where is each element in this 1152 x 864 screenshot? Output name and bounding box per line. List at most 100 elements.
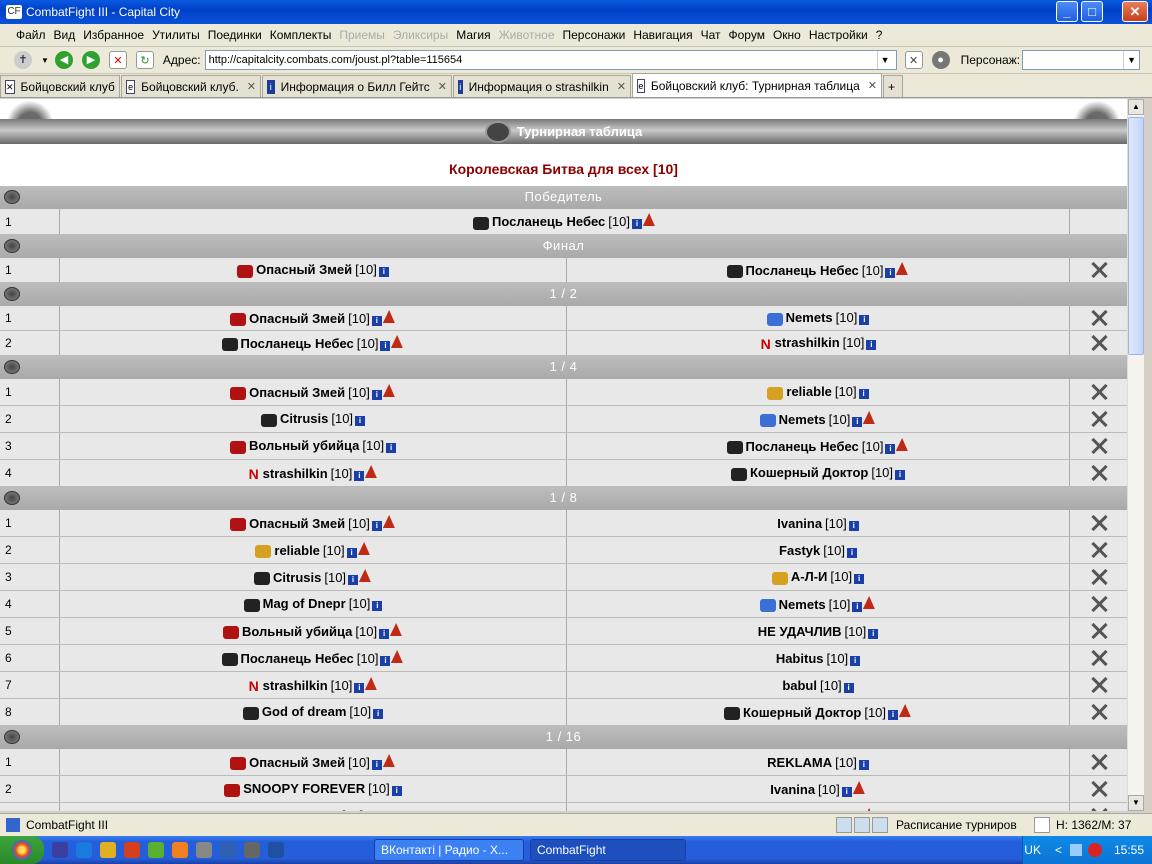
fighter[interactable]: Nemets [10] i xyxy=(766,310,870,326)
fighter-name[interactable]: SNOOPY FOREVER xyxy=(243,781,365,796)
clan-emblem-icon[interactable] xyxy=(726,265,743,279)
fighter[interactable]: Опасный Змей [10] i xyxy=(230,309,397,327)
fighter-name[interactable]: reliable xyxy=(274,543,320,558)
fighter[interactable]: Nemets [10] i xyxy=(759,410,878,428)
network-icon[interactable] xyxy=(1069,844,1082,856)
opera-quicklaunch-icon[interactable] xyxy=(124,842,140,858)
crossed-swords-icon[interactable] xyxy=(1090,541,1108,559)
tab-close-icon[interactable]: ✕ xyxy=(868,79,877,92)
menu-item-11[interactable]: Навигация xyxy=(633,28,692,42)
info-icon[interactable]: i xyxy=(380,655,391,666)
info-icon[interactable]: i xyxy=(391,786,402,797)
quicklaunch-icon-9[interactable] xyxy=(244,842,260,858)
info-icon[interactable]: i xyxy=(631,219,642,230)
crossed-swords-icon[interactable] xyxy=(1090,383,1108,401)
tab-2[interactable]: i Информация о Билл Гейтс ✕ xyxy=(262,75,452,97)
info-icon[interactable]: i xyxy=(852,601,863,612)
chrome-quicklaunch-icon[interactable] xyxy=(148,842,164,858)
fighter-name[interactable]: Citrusis xyxy=(280,411,328,426)
tab-close-icon[interactable]: ✕ xyxy=(438,80,447,93)
fighter-name[interactable]: Опасный Змей xyxy=(249,311,345,326)
taskbar-item-combatfight[interactable]: CombatFight xyxy=(530,839,686,861)
close-button[interactable]: ✕ xyxy=(1122,1,1148,22)
clan-emblem-icon[interactable] xyxy=(759,414,776,428)
fighter[interactable]: reliable[10]i xyxy=(767,384,869,400)
fighter[interactable]: Ivanina [10] i xyxy=(770,781,867,797)
fighter-name[interactable]: Habitus xyxy=(776,651,824,666)
fighter[interactable]: Nstrashilkin [10] i xyxy=(760,335,877,351)
clan-emblem-icon[interactable] xyxy=(759,599,776,613)
crossed-swords-icon[interactable] xyxy=(1090,261,1108,279)
fighter[interactable]: Опасный Змей [10] i xyxy=(230,753,397,771)
fighter[interactable]: Citrusis [10] i xyxy=(253,568,374,586)
info-icon[interactable]: i xyxy=(371,389,382,400)
fighter[interactable]: Кошерный Доктор [10] i xyxy=(723,703,914,721)
info-icon[interactable]: i xyxy=(858,389,869,400)
info-icon[interactable]: i xyxy=(848,520,859,531)
fighter-name[interactable]: God of dream xyxy=(262,704,347,719)
fighter[interactable]: Кошерный Доктор [10] i xyxy=(730,465,906,481)
clan-emblem-icon[interactable] xyxy=(473,216,490,230)
clan-emblem-icon[interactable] xyxy=(767,386,784,400)
crossed-swords-icon[interactable] xyxy=(1090,703,1108,721)
crossed-swords-icon[interactable] xyxy=(1090,780,1108,798)
fighter-name[interactable]: reliable xyxy=(779,809,825,811)
fighter-name[interactable]: Nemets xyxy=(786,310,833,325)
scroll-thumb[interactable] xyxy=(1128,117,1144,355)
info-icon[interactable]: i xyxy=(355,416,366,427)
language-indicator[interactable]: UK xyxy=(1024,843,1041,857)
menu-item-15[interactable]: Настройки xyxy=(809,28,868,42)
info-icon[interactable]: i xyxy=(354,470,365,481)
tray-arrow-icon[interactable]: < xyxy=(1055,843,1062,857)
clan-emblem-icon[interactable] xyxy=(224,783,241,797)
fighter[interactable]: Ivanina [10] i xyxy=(777,516,859,531)
clan-emblem-icon[interactable] xyxy=(726,441,743,455)
info-icon[interactable]: i xyxy=(379,628,390,639)
character-dropdown-icon[interactable]: ▼ xyxy=(1123,51,1140,69)
menu-item-0[interactable]: Файл xyxy=(16,28,46,42)
menu-item-2[interactable]: Избранное xyxy=(83,28,144,42)
clan-emblem-icon[interactable] xyxy=(221,653,238,667)
fighter-name[interactable]: А-Л-И xyxy=(791,569,828,584)
clan-emblem-icon[interactable] xyxy=(242,706,259,720)
fighter-name[interactable]: strashilkin xyxy=(263,466,328,481)
fighter[interactable]: Опасный Змей [10] i xyxy=(230,514,397,532)
dropdown-arrow-icon[interactable]: ▼ xyxy=(41,56,49,65)
fighter-name[interactable]: Опасный Змей xyxy=(249,516,345,531)
info-icon[interactable]: i xyxy=(854,574,865,585)
schedule-icon[interactable] xyxy=(836,817,852,833)
fighter-name[interactable]: НЕ УДАЧЛИВ xyxy=(758,624,842,639)
stop-button[interactable]: ✕ xyxy=(108,51,127,69)
clan-emblem-icon[interactable] xyxy=(766,312,783,326)
menu-item-13[interactable]: Форум xyxy=(729,28,765,42)
fighter-name[interactable]: Кошерный Доктор xyxy=(750,465,868,480)
info-icon[interactable]: i xyxy=(850,655,861,666)
clan-emblem-icon[interactable] xyxy=(730,467,747,481)
quicklaunch-icon-10[interactable] xyxy=(268,842,284,858)
fighter[interactable]: Citrusis [10] i xyxy=(260,411,366,427)
menu-item-6[interactable]: Приемы xyxy=(339,28,385,42)
crossed-swords-icon[interactable] xyxy=(1090,410,1108,428)
tab-close-icon[interactable]: ✕ xyxy=(617,80,626,93)
fighter-name[interactable]: Мегапанда xyxy=(270,808,339,811)
fighter[interactable]: Вольный убийца [10] i xyxy=(222,622,405,640)
fighter[interactable]: НЕ УДАЧЛИВ [10] i xyxy=(758,624,879,639)
info-icon[interactable]: i xyxy=(371,520,382,531)
clan-emblem-icon[interactable] xyxy=(723,707,740,721)
forward-button[interactable]: ▶ xyxy=(81,51,100,69)
fighter-name[interactable]: Опасный Змей xyxy=(249,385,345,400)
info-icon[interactable]: i xyxy=(895,470,906,481)
info-icon[interactable]: i xyxy=(378,267,389,278)
menu-item-3[interactable]: Утилиты xyxy=(152,28,200,42)
clan-emblem-icon[interactable] xyxy=(237,264,254,278)
crossed-swords-icon[interactable] xyxy=(1090,464,1108,482)
fighter-name[interactable]: Mag of Dnepr xyxy=(263,596,346,611)
firefox-quicklaunch-icon[interactable] xyxy=(172,842,188,858)
crossed-swords-icon[interactable] xyxy=(1090,807,1108,811)
clan-emblem-icon[interactable] xyxy=(771,571,788,585)
fighter-name[interactable]: Вольный убийца xyxy=(249,438,359,453)
fighter[interactable]: Опасный Змей [10] i xyxy=(237,262,389,278)
crossed-swords-icon[interactable] xyxy=(1090,676,1108,694)
tab-1[interactable]: e Бойцовский клуб. ✕ xyxy=(121,75,261,97)
fighter[interactable]: babul [10] i xyxy=(782,678,854,693)
